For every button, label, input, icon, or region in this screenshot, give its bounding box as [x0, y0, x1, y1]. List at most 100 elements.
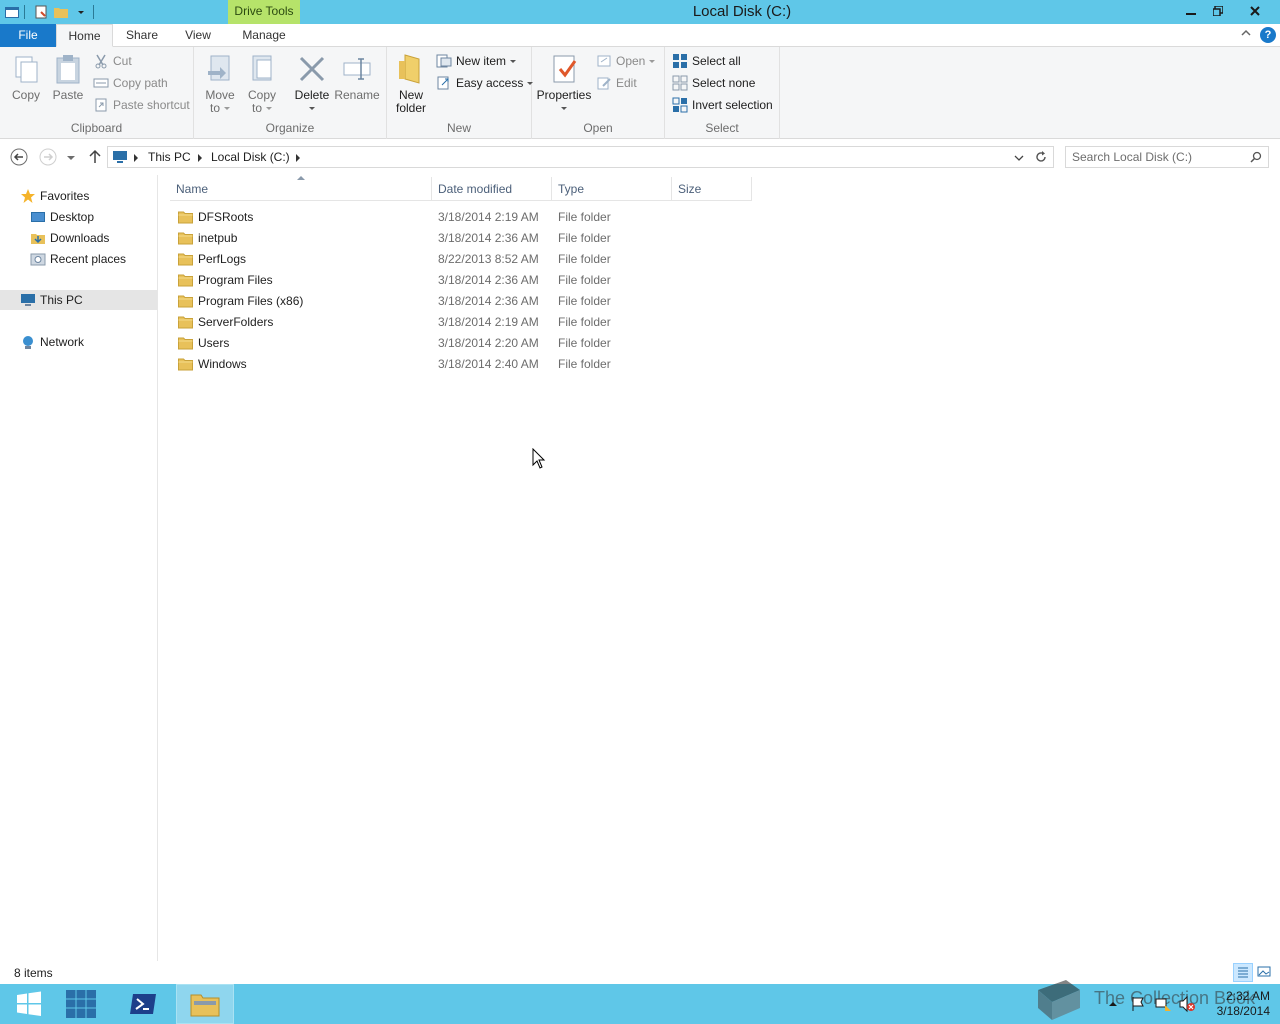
nav-desktop-label: Desktop	[50, 210, 95, 224]
breadcrumb-local-disk[interactable]: Local Disk (C:)	[211, 150, 290, 164]
table-row[interactable]: Program Files 3/18/2014 2:36 AM File folde…	[170, 270, 752, 291]
copy-to-label-2: to	[244, 102, 280, 115]
nav-downloads-label: Downloads	[50, 231, 110, 245]
file-name: Program Files (x86)	[198, 294, 304, 308]
delete-button[interactable]: Delete	[292, 53, 332, 115]
copy-button[interactable]: Copy	[8, 53, 44, 102]
new-folder-button[interactable]: New folder	[393, 53, 429, 115]
forward-button[interactable]	[38, 147, 58, 167]
file-name: Windows	[198, 357, 247, 371]
new-item-button[interactable]: New item	[436, 51, 517, 71]
breadcrumb-separator[interactable]	[296, 154, 300, 162]
copy-label: Copy	[11, 88, 40, 102]
folder-icon	[178, 358, 193, 371]
tab-manage[interactable]: Manage	[228, 24, 300, 47]
breadcrumb-separator[interactable]	[134, 154, 138, 162]
address-bar[interactable]: This PC Local Disk (C:)	[107, 146, 1054, 168]
invert-selection-button[interactable]: Invert selection	[672, 95, 773, 115]
paste-shortcut-button[interactable]: Paste shortcut	[93, 95, 190, 115]
table-row[interactable]: DFSRoots 3/18/2014 2:19 AM File folder	[170, 207, 752, 228]
powershell-button[interactable]	[114, 984, 172, 1024]
volume-muted-icon[interactable]	[1178, 995, 1196, 1013]
minimize-button[interactable]	[1177, 0, 1205, 22]
select-group-label: Select	[705, 121, 739, 135]
easy-access-button[interactable]: Easy access	[436, 73, 534, 93]
minimize-icon	[1186, 13, 1196, 15]
nav-downloads[interactable]: Downloads	[30, 228, 109, 248]
paste-button[interactable]: Paste	[50, 53, 86, 102]
file-type: File folder	[558, 336, 611, 350]
this-pc-icon	[113, 151, 127, 163]
folder-icon	[178, 337, 193, 350]
recent-locations-button[interactable]	[63, 147, 79, 167]
nav-favorites[interactable]: Favorites	[20, 186, 89, 206]
network-status-icon[interactable]	[1154, 995, 1172, 1013]
search-icon[interactable]	[1250, 151, 1262, 163]
search-box[interactable]	[1065, 146, 1269, 168]
start-button[interactable]	[0, 984, 58, 1024]
tab-home[interactable]: Home	[56, 24, 113, 47]
rename-button[interactable]: Rename	[334, 53, 380, 102]
cut-button[interactable]: Cut	[93, 51, 132, 71]
clock-time: 2:32 AM	[1225, 989, 1270, 1003]
delete-dropdown-arrow[interactable]	[292, 102, 332, 115]
up-button[interactable]	[85, 147, 105, 167]
breadcrumb-separator[interactable]	[198, 154, 202, 162]
tab-file[interactable]: File	[0, 24, 56, 47]
help-icon[interactable]: ?	[1260, 27, 1276, 43]
search-input[interactable]	[1072, 149, 1242, 165]
copy-path-button[interactable]: Copy path	[93, 73, 168, 93]
breadcrumb-this-pc[interactable]: This PC	[148, 150, 191, 164]
column-header-date-modified[interactable]: Date modified	[432, 177, 552, 201]
table-row[interactable]: PerfLogs 8/22/2013 8:52 AM File folder	[170, 249, 752, 270]
table-row[interactable]: ServerFolders 3/18/2014 2:19 AM File folde…	[170, 312, 752, 333]
open-group-label: Open	[583, 121, 613, 135]
file-explorer-taskbar-button[interactable]	[176, 984, 234, 1024]
move-to-button[interactable]: Move to	[202, 53, 238, 115]
edit-label: Edit	[616, 76, 637, 90]
nav-network[interactable]: Network	[20, 332, 84, 352]
address-history-chevron-icon[interactable]	[1014, 153, 1024, 163]
server-manager-button[interactable]	[52, 984, 110, 1024]
nav-recent-places-label: Recent places	[50, 252, 127, 266]
column-header-size[interactable]: Size	[672, 177, 752, 201]
invert-selection-label: Invert selection	[692, 98, 773, 112]
edit-button[interactable]: Edit	[596, 73, 637, 93]
open-button[interactable]: Open	[596, 51, 656, 71]
properties-button[interactable]: Properties	[536, 53, 592, 115]
system-clock[interactable]: 2:32 AM 3/18/2014	[1200, 989, 1270, 1019]
server-manager-icon	[66, 990, 96, 1018]
back-button[interactable]	[9, 147, 29, 167]
collapse-ribbon-icon[interactable]	[1240, 27, 1252, 39]
properties-dropdown-arrow[interactable]	[536, 102, 592, 115]
table-row[interactable]: inetpub 3/18/2014 2:36 AM File folder	[170, 228, 752, 249]
tab-share[interactable]: Share	[113, 24, 171, 47]
select-all-button[interactable]: Select all	[672, 51, 741, 71]
file-date-modified: 3/18/2014 2:19 AM	[438, 315, 539, 329]
file-date-modified: 8/22/2013 8:52 AM	[438, 252, 539, 266]
nav-recent-places[interactable]: Recent places	[30, 249, 126, 269]
table-row[interactable]: Windows 3/18/2014 2:40 AM File folder	[170, 354, 752, 375]
column-header-name[interactable]: Name	[170, 177, 432, 201]
file-name: Users	[198, 336, 230, 350]
windows-logo-icon	[17, 991, 41, 1016]
file-name: ServerFolders	[198, 315, 274, 329]
copy-to-button[interactable]: Copy to	[244, 53, 280, 115]
file-type: File folder	[558, 210, 611, 224]
table-row[interactable]: Program Files (x86) 3/18/2014 2:36 AM File…	[170, 291, 752, 312]
nav-this-pc[interactable]: This PC	[0, 290, 157, 310]
select-none-label: Select none	[692, 76, 756, 90]
paste-shortcut-label: Paste shortcut	[113, 98, 190, 112]
close-button[interactable]	[1231, 0, 1279, 22]
nav-desktop[interactable]: Desktop	[30, 207, 94, 227]
restore-button[interactable]	[1204, 0, 1232, 22]
tab-view[interactable]: View	[171, 24, 225, 47]
refresh-icon[interactable]	[1034, 150, 1048, 164]
table-row[interactable]: Users 3/18/2014 2:20 AM File folder	[170, 333, 752, 354]
cut-label: Cut	[113, 54, 132, 68]
properties-icon	[553, 55, 577, 83]
action-center-flag-icon[interactable]	[1130, 995, 1146, 1013]
show-hidden-icons-icon[interactable]	[1107, 995, 1119, 1013]
column-header-type[interactable]: Type	[552, 177, 672, 201]
select-none-button[interactable]: Select none	[672, 73, 755, 93]
